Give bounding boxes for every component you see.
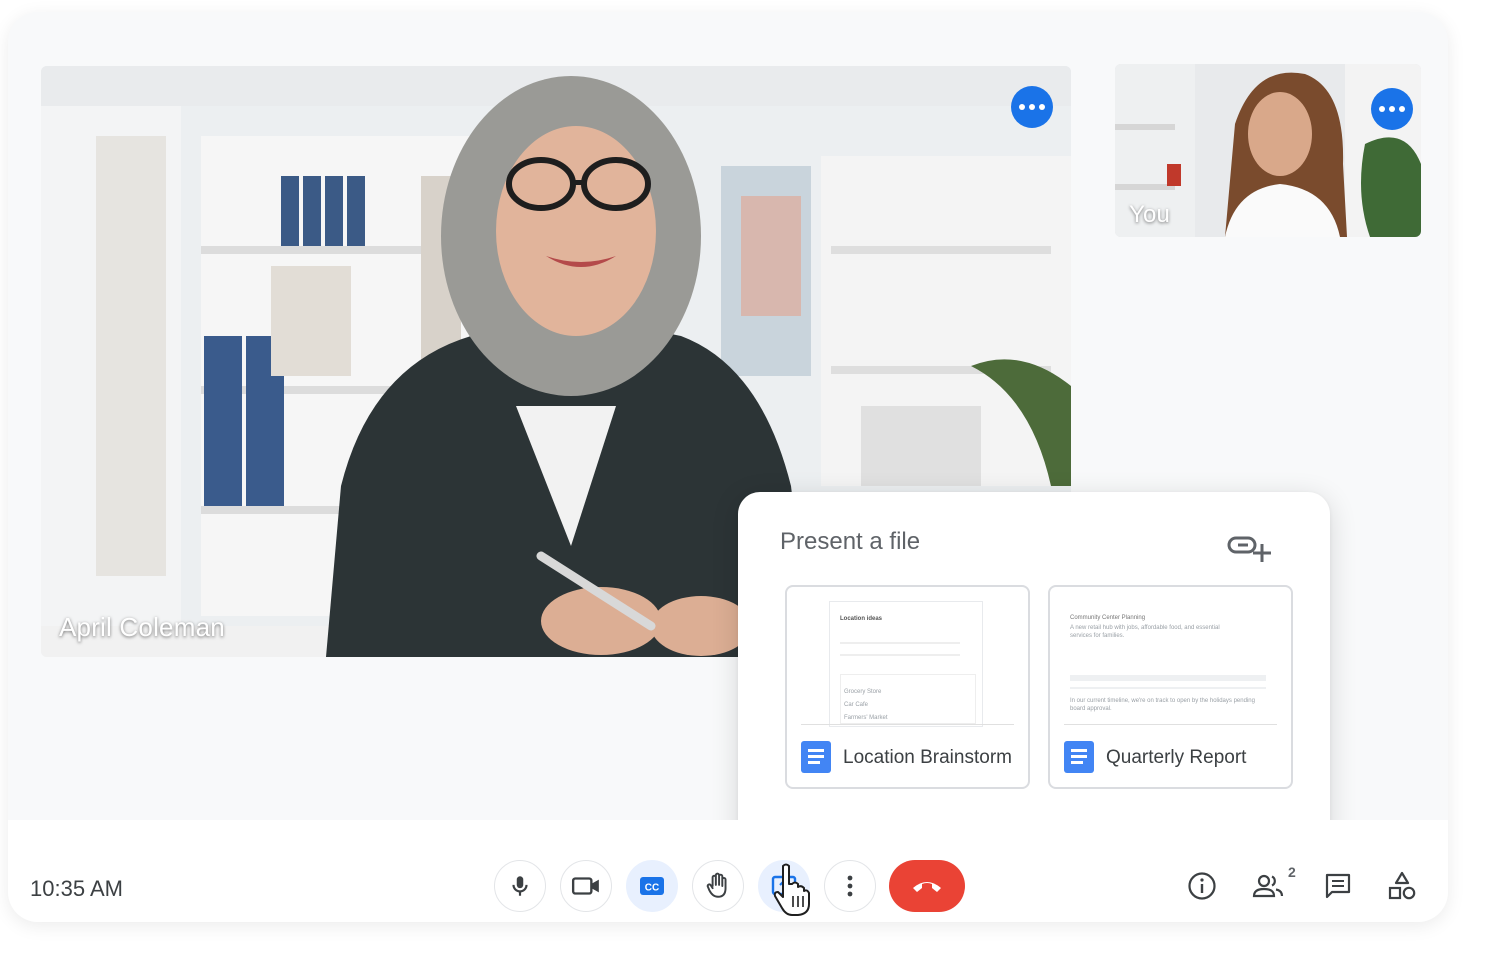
thumb-row: Car Cafe	[844, 702, 869, 708]
mic-icon	[512, 876, 528, 896]
call-end-icon	[913, 882, 941, 892]
meeting-time: 10:35 AM	[30, 876, 123, 901]
camera-button[interactable]	[560, 860, 612, 912]
microphone-button[interactable]	[494, 860, 546, 912]
thumb-heading: Community Center Planning	[1070, 615, 1146, 621]
add-link-icon[interactable]	[1226, 532, 1272, 566]
more-horiz-icon	[1019, 104, 1025, 110]
doc-sheet-preview: Location ideas Grocery Store Car Cafe Fa…	[829, 601, 983, 727]
thumb-row: Grocery Store	[844, 689, 882, 695]
hand-pointer-cursor-icon	[773, 863, 810, 916]
more-vert-icon	[847, 875, 853, 897]
chat-icon	[1325, 873, 1351, 899]
participant-count-badge: 2	[1288, 864, 1296, 880]
self-tile-more-button[interactable]	[1371, 88, 1413, 130]
self-video-tile[interactable]: You	[1115, 64, 1421, 237]
thumb-subtitle: A new retail hub with jobs, affordable f…	[1070, 625, 1220, 639]
file-name: Quarterly Report	[1106, 747, 1247, 768]
hand-icon	[706, 872, 727, 898]
participant-name-label: April Coleman	[59, 612, 225, 642]
self-name-label: You	[1129, 201, 1171, 228]
shapes-icon	[1388, 871, 1416, 900]
file-thumbnail: Location ideas Grocery Store Car Cafe Fa…	[801, 597, 1014, 727]
leave-call-button[interactable]	[889, 860, 965, 912]
file-name: Location Brainstorm	[843, 747, 1012, 768]
chat-button[interactable]	[1320, 868, 1356, 904]
info-icon	[1188, 872, 1216, 900]
more-horiz-icon	[1379, 106, 1385, 112]
file-card-quarterly-report[interactable]: Community Center Planning A new retail h…	[1048, 585, 1293, 789]
thumb-note: In our current timeline, we're on track …	[1070, 698, 1255, 712]
captions-button[interactable]: CC	[626, 860, 678, 912]
present-panel-title: Present a file	[780, 528, 921, 555]
closed-caption-icon: CC	[640, 877, 664, 895]
more-options-button[interactable]	[824, 860, 876, 912]
thumb-heading: Location ideas	[840, 616, 883, 622]
call-controls-bar: 10:35 AM CC 2	[8, 820, 1448, 922]
raise-hand-button[interactable]	[692, 860, 744, 912]
present-file-panel: Present a file Location ideas Grocery St…	[738, 492, 1330, 854]
svg-text:CC: CC	[645, 883, 659, 894]
videocam-icon	[571, 877, 599, 895]
meeting-details-button[interactable]	[1184, 868, 1220, 904]
file-card-location-brainstorm[interactable]: Location ideas Grocery Store Car Cafe Fa…	[785, 585, 1030, 789]
meet-window: April Coleman You Present a file Locatio…	[8, 12, 1448, 922]
google-docs-icon	[1064, 741, 1094, 773]
main-tile-more-button[interactable]	[1011, 86, 1053, 128]
google-docs-icon	[801, 741, 831, 773]
file-thumbnail: Community Center Planning A new retail h…	[1064, 597, 1277, 727]
people-button[interactable]	[1250, 868, 1286, 904]
thumb-row: Farmers' Market	[844, 715, 888, 721]
activities-button[interactable]	[1384, 868, 1420, 904]
people-icon	[1252, 874, 1284, 898]
